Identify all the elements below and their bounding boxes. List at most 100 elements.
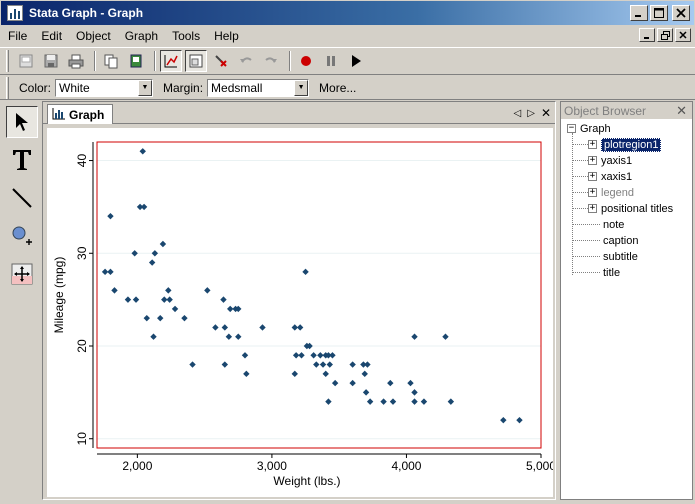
data-point[interactable] (143, 314, 150, 322)
propbar-grip[interactable] (6, 76, 9, 99)
object-browser-toggle-icon[interactable] (185, 50, 207, 72)
margin-select[interactable]: Medsmall ▼ (207, 78, 310, 97)
data-point[interactable] (291, 370, 298, 378)
tree-node-graph[interactable]: − Graph (567, 121, 611, 136)
scroll-left-icon[interactable]: ◁ (514, 108, 522, 119)
data-point[interactable] (181, 314, 188, 322)
data-point[interactable] (380, 398, 387, 405)
data-point[interactable] (165, 287, 172, 294)
data-point[interactable] (420, 398, 428, 405)
toolbar-grip[interactable] (6, 50, 9, 72)
data-point[interactable] (132, 296, 140, 303)
data-point[interactable] (500, 416, 507, 424)
data-point[interactable] (319, 361, 327, 368)
data-point[interactable] (407, 379, 414, 387)
data-point[interactable] (151, 250, 159, 257)
chevron-down-icon[interactable]: ▼ (294, 79, 309, 96)
data-point[interactable] (220, 296, 227, 303)
data-point[interactable] (411, 389, 418, 396)
data-point[interactable] (313, 361, 320, 368)
delete-icon[interactable] (210, 50, 232, 72)
data-point[interactable] (243, 370, 250, 378)
data-point[interactable] (310, 352, 317, 359)
data-point[interactable] (107, 268, 114, 276)
expand-icon[interactable]: + (588, 188, 597, 197)
data-point[interactable] (411, 333, 418, 340)
data-point[interactable] (131, 250, 138, 257)
data-point[interactable] (140, 203, 148, 211)
data-point[interactable] (389, 398, 397, 405)
data-point[interactable] (107, 212, 114, 220)
minimize-icon[interactable] (630, 5, 648, 21)
redo-icon[interactable] (260, 50, 282, 72)
expand-icon[interactable]: + (588, 156, 597, 165)
collapse-icon[interactable]: − (567, 124, 576, 133)
scroll-right-icon[interactable]: ▷ (527, 108, 535, 119)
close-tab-icon[interactable]: ✕ (541, 106, 551, 120)
record-icon[interactable] (295, 50, 317, 72)
menu-graph[interactable]: Graph (125, 29, 158, 43)
menu-tools[interactable]: Tools (172, 29, 200, 43)
menu-object[interactable]: Object (76, 29, 111, 43)
tree-node-yaxis1[interactable]: + yaxis1 (588, 153, 632, 168)
mdi-minimize-icon[interactable] (639, 28, 655, 42)
print-icon[interactable] (65, 50, 87, 72)
text-tool[interactable] (6, 144, 38, 176)
data-point[interactable] (171, 305, 179, 313)
close-icon[interactable]: ✕ (676, 103, 687, 119)
data-point[interactable] (516, 416, 523, 424)
data-point[interactable] (349, 379, 356, 387)
menu-file[interactable]: File (8, 29, 27, 43)
data-point[interactable] (322, 370, 329, 378)
data-point[interactable] (150, 333, 157, 340)
tree-node-legend[interactable]: + legend (588, 185, 634, 200)
data-point[interactable] (302, 268, 309, 276)
marker-tool[interactable] (6, 220, 38, 252)
data-point[interactable] (349, 361, 356, 368)
save-icon[interactable] (40, 50, 62, 72)
pause-icon[interactable] (320, 50, 342, 72)
data-point[interactable] (364, 361, 371, 368)
tree-node-subtitle[interactable]: subtitle (603, 249, 638, 264)
grid-edit-tool[interactable] (6, 258, 38, 290)
open-graph-icon[interactable] (15, 50, 37, 72)
data-point[interactable] (366, 398, 374, 405)
data-point[interactable] (298, 352, 305, 359)
data-point[interactable] (411, 398, 418, 405)
data-point[interactable] (235, 333, 242, 340)
data-point[interactable] (362, 389, 370, 396)
data-point[interactable] (442, 333, 449, 340)
tree-node-plotregion1[interactable]: + plotregion1 (588, 137, 662, 152)
tree-node-xaxis1[interactable]: + xaxis1 (588, 169, 632, 184)
mdi-close-icon[interactable] (675, 28, 691, 42)
data-point[interactable] (241, 352, 249, 359)
more-button[interactable]: More... (319, 81, 356, 95)
data-point[interactable] (148, 259, 156, 266)
expand-icon[interactable]: + (588, 172, 597, 181)
data-point[interactable] (166, 296, 173, 303)
chevron-down-icon[interactable]: ▼ (138, 79, 153, 96)
pointer-tool[interactable] (6, 106, 38, 138)
data-point[interactable] (111, 287, 118, 294)
data-point[interactable] (139, 148, 146, 155)
data-point[interactable] (296, 324, 304, 331)
copy-icon[interactable] (100, 50, 122, 72)
rename-graph-icon[interactable] (125, 50, 147, 72)
data-point[interactable] (447, 398, 455, 405)
data-point[interactable] (331, 379, 339, 387)
data-point[interactable] (259, 324, 266, 331)
line-tool[interactable] (6, 182, 38, 214)
tree-node-positional-titles[interactable]: + positional titles (588, 201, 673, 216)
color-select[interactable]: White ▼ (55, 78, 154, 97)
expand-icon[interactable]: + (588, 140, 597, 149)
data-point[interactable] (221, 324, 229, 331)
menu-edit[interactable]: Edit (41, 29, 62, 43)
tab-graph[interactable]: Graph (47, 104, 113, 124)
scatter-chart[interactable]: 10 20 30 40 2,000 3,000 4,000 5,000 Mileage (mp… (47, 128, 556, 497)
graph-editor-icon[interactable] (160, 50, 182, 72)
y-axis-title[interactable]: Mileage (mpg) (52, 257, 66, 334)
tree-node-caption[interactable]: caption (603, 233, 638, 248)
play-icon[interactable] (345, 50, 367, 72)
data-point[interactable] (189, 361, 196, 368)
expand-icon[interactable]: + (588, 204, 597, 213)
